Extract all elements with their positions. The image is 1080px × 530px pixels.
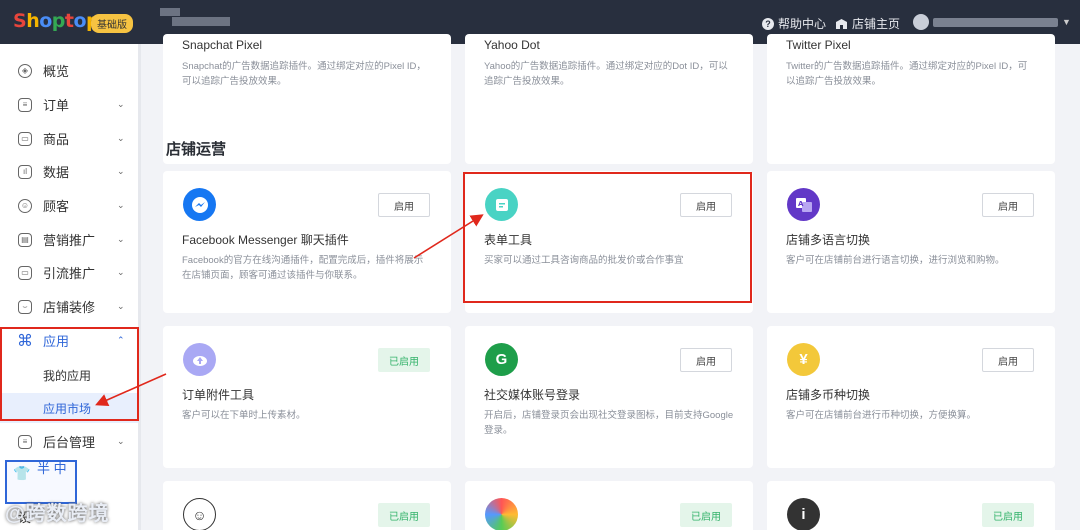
annotation-arrows (95, 214, 484, 406)
watermark-text: 半 中 (37, 461, 67, 476)
shirt-icon: 👕 (13, 465, 31, 481)
watermark-overlay: @跨数跨境 (5, 503, 110, 525)
arrow-to-app-market (95, 373, 167, 406)
arrow-to-form-tool (413, 214, 484, 259)
